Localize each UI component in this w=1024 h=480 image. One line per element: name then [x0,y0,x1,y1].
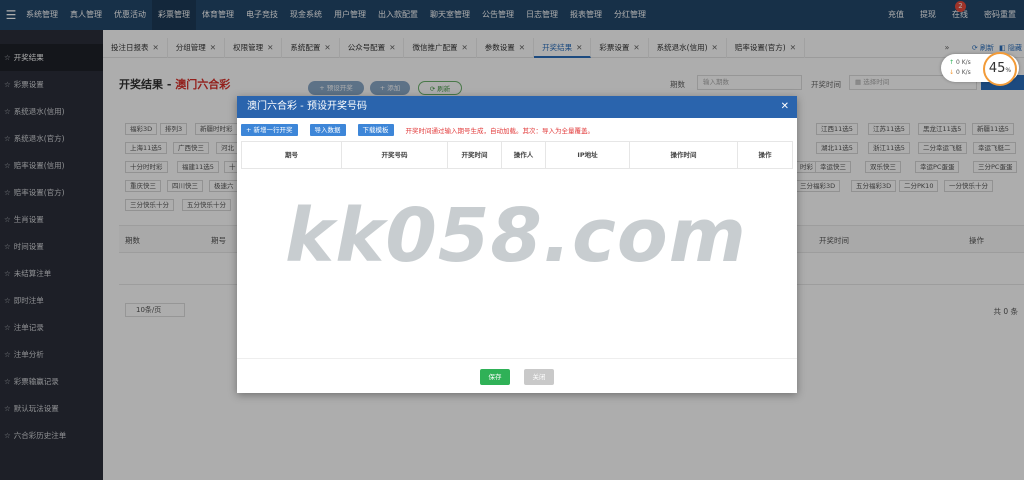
save-button[interactable]: 保存 [480,369,510,385]
modal-table-header: 期号 开奖号码 开奖时间 操作人 IP地址 操作时间 操作 [241,141,793,169]
network-speed-widget[interactable]: ↑ 0 K/s ↓ 0 K/s 45% [941,52,1019,86]
download-speed: ↓ 0 K/s [949,69,971,76]
percent-sign: % [1005,67,1012,74]
add-row-button[interactable]: + 新增一行开奖 [241,124,298,136]
download-template-button[interactable]: 下载模板 [357,124,394,136]
modal-tip: 开奖时间通过输入期号生成，自动加载。其次：导入为全量覆盖。 [405,127,595,135]
import-data-button[interactable]: 导入数据 [309,124,346,136]
download-unit: K/s [961,69,971,76]
arrow-down-icon: ↓ [949,69,955,76]
modal-header: 澳门六合彩 - 预设开奖号码 ✕ [237,96,797,118]
modal-title: 澳门六合彩 - 预设开奖号码 [247,101,367,112]
modal-header-cell: IP地址 [546,142,630,168]
modal-header-cell: 开奖时间 [448,142,502,168]
upload-unit: K/s [961,59,971,66]
usage-percent: 45 [988,61,1006,76]
modal-footer: 保存 关闭 [237,358,797,393]
modal-header-cell: 开奖号码 [342,142,448,168]
close-button[interactable]: 关闭 [524,369,554,385]
modal-header-cell: 操作 [758,151,772,159]
upload-value: 0 [955,59,960,66]
modal-header-cell: 操作人 [502,142,546,168]
upload-speed: ↑ 0 K/s [949,59,971,66]
modal-header-cell: 期号 [242,142,342,168]
watermark-text: kk058.com [285,193,747,279]
arrow-up-icon: ↑ [949,59,955,66]
download-value: 0 [955,69,960,76]
modal-toolbar: + 新增一行开奖 导入数据 下载模板 开奖时间通过输入期号生成，自动加载。其次：… [241,124,594,136]
close-icon[interactable]: ✕ [781,96,789,118]
modal-header-cell: 操作时间 [630,142,738,168]
usage-circle: 45% [983,52,1017,86]
